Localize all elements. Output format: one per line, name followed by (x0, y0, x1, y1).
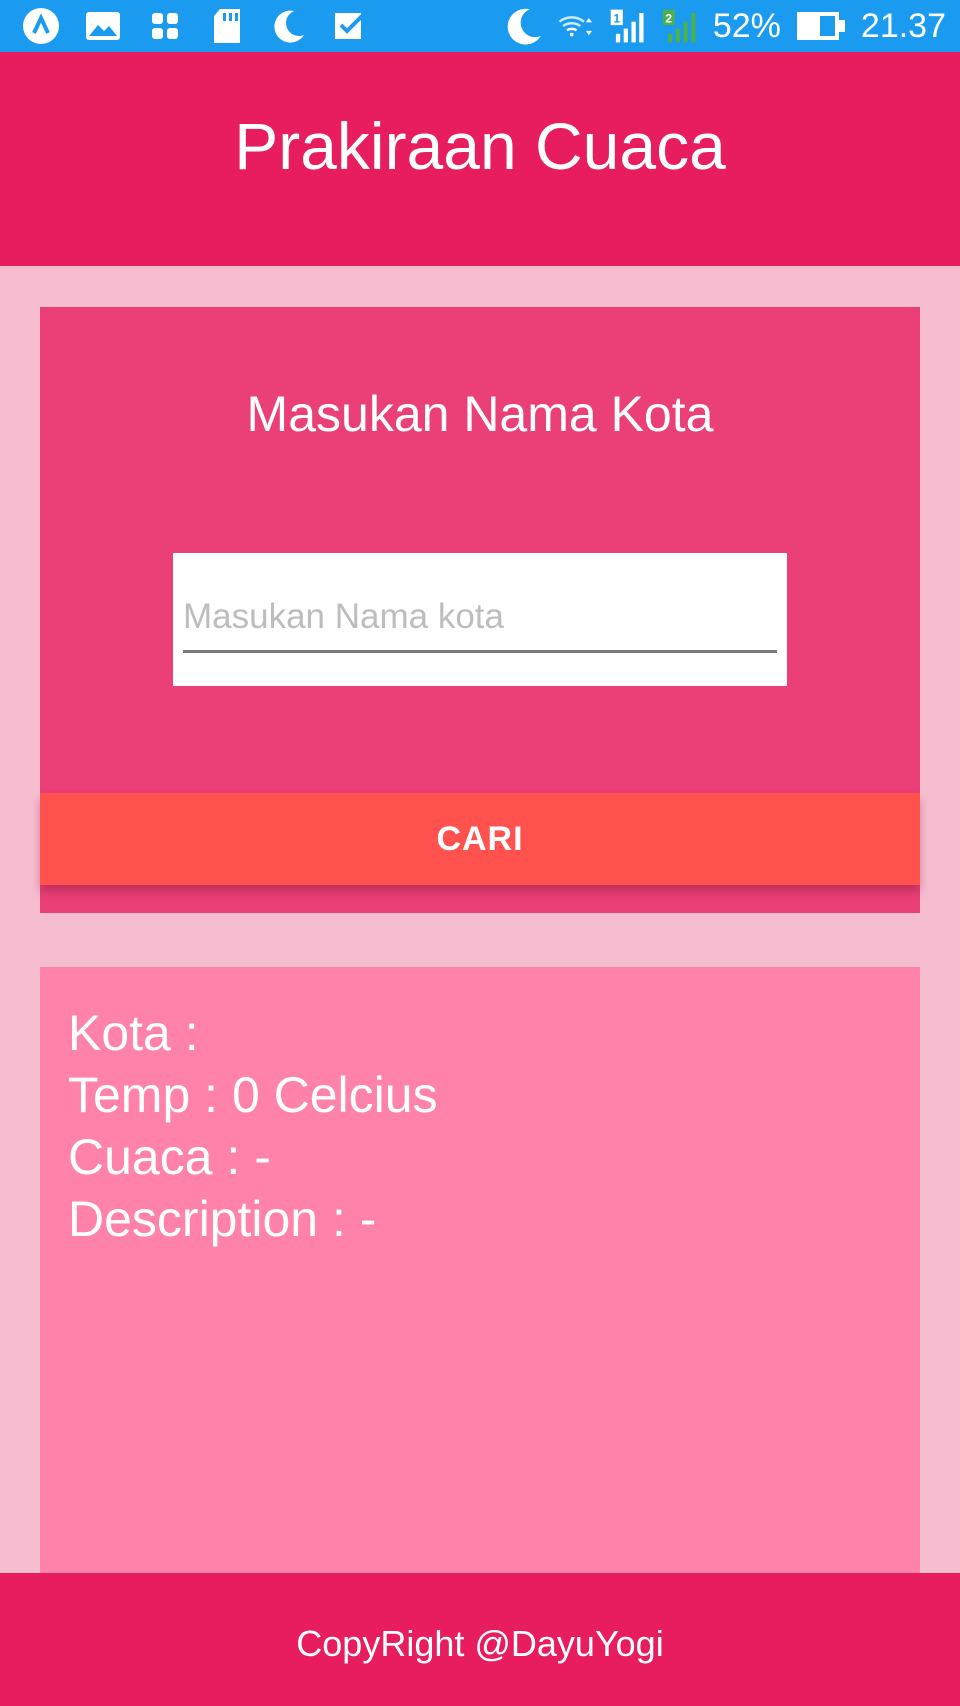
search-card: Masukan Nama Kota CARI (40, 307, 920, 913)
city-name-input[interactable] (183, 583, 777, 653)
app-bar: Prakiraan Cuaca (0, 52, 960, 266)
city-input-container (173, 553, 787, 686)
signal-sim2-icon: 2 (661, 7, 699, 45)
result-temperature: Temp : 0 Celcius (68, 1067, 438, 1123)
gallery-icon (84, 7, 122, 45)
clock: 21.37 (860, 6, 946, 45)
checkbox-icon (332, 7, 370, 45)
status-icons-left (22, 7, 370, 45)
svg-text:1: 1 (613, 12, 620, 26)
battery-percent: 52% (712, 6, 781, 45)
wifi-icon (557, 7, 595, 45)
moon-icon (505, 7, 543, 45)
result-weather: Cuaca : - (68, 1129, 271, 1185)
app-title: Prakiraan Cuaca (234, 109, 726, 183)
sd-card-icon (208, 7, 246, 45)
footer: CopyRight @DayuYogi (0, 1573, 960, 1706)
result-description: Description : - (68, 1191, 377, 1247)
search-button[interactable]: CARI (40, 793, 920, 885)
svg-text:2: 2 (665, 12, 672, 26)
status-bar: 1 2 52% 21.37 (0, 0, 960, 52)
moon-icon (270, 7, 308, 45)
app-a-icon (22, 7, 60, 45)
battery-icon (795, 7, 847, 45)
search-heading: Masukan Nama Kota (246, 386, 714, 442)
grid-icon (146, 7, 184, 45)
weather-result-card: Kota : Temp : 0 Celcius Cuaca : - Descri… (40, 967, 920, 1573)
copyright-text: CopyRight @DayuYogi (296, 1622, 664, 1664)
signal-sim1-icon: 1 (609, 7, 647, 45)
result-city: Kota : (68, 1005, 199, 1061)
status-icons-right: 1 2 52% 21.37 (505, 7, 946, 46)
